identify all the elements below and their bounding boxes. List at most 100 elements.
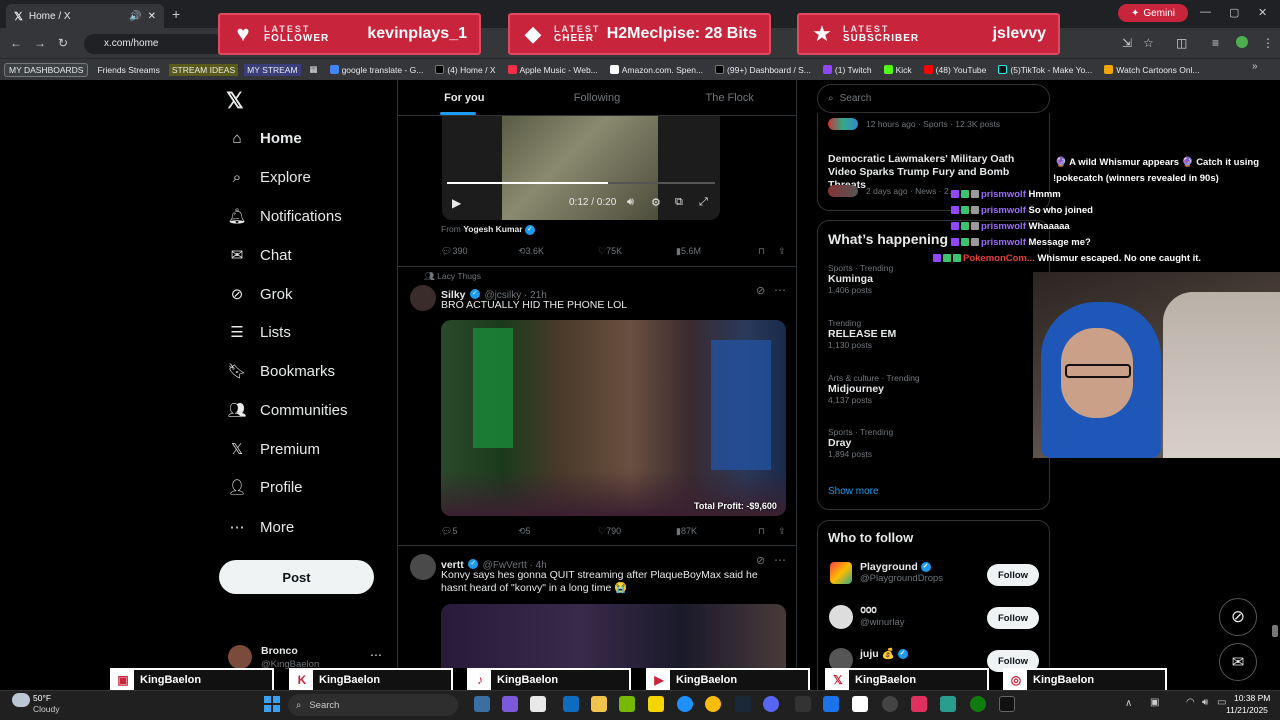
task-view-icon[interactable]	[474, 696, 490, 712]
clock-date[interactable]: 11/21/2025	[1226, 705, 1268, 715]
xbox-icon[interactable]	[970, 696, 986, 712]
bookmark-friends-streams[interactable]: Friends Streams	[94, 64, 162, 76]
post-button[interactable]: Post	[219, 560, 374, 594]
repost-button[interactable]: ⟲ 3.6K	[518, 246, 598, 257]
messages-float-icon[interactable]: ✉	[1219, 643, 1257, 681]
battlenet-icon[interactable]	[823, 696, 839, 712]
views-button[interactable]: ▮ 87K	[676, 526, 758, 537]
taskbar-search[interactable]: ⌕ Search	[288, 694, 458, 716]
settings-icon[interactable]: ⚙	[651, 196, 661, 209]
reply-button[interactable]: 💬︎ 5	[441, 526, 518, 537]
nav-chat[interactable]: ✉ Chat	[224, 238, 394, 272]
weather-temp[interactable]: 50°F	[33, 693, 51, 703]
clock-time[interactable]: 10:38 PM	[1234, 693, 1270, 703]
tray-chevron-icon[interactable]: ∧	[1125, 698, 1132, 709]
bookmark-icon[interactable]: ⊓	[758, 526, 778, 537]
bookmarks-overflow-icon[interactable]: »	[1252, 61, 1258, 72]
suggestion-avatar[interactable]	[830, 562, 852, 584]
nav-grok[interactable]: ⊘ Grok	[224, 277, 394, 311]
grok-explain-icon[interactable]: ⊘	[756, 284, 765, 297]
grok-explain-icon[interactable]: ⊘	[756, 554, 765, 567]
bookmark-amazon[interactable]: Amazon.com. Spen...	[607, 64, 706, 76]
app-icon[interactable]	[999, 696, 1015, 712]
x-logo-icon[interactable]: 𝕏	[226, 88, 244, 114]
apps-grid-icon[interactable]: ▦	[307, 63, 321, 76]
minimize-icon[interactable]: —	[1200, 6, 1211, 18]
grok-float-icon[interactable]: ⊘	[1219, 598, 1257, 636]
new-tab-icon[interactable]: +	[172, 6, 180, 22]
calendar-icon[interactable]	[530, 696, 546, 712]
follow-button[interactable]: Follow	[987, 564, 1039, 586]
bookmark-x-home[interactable]: (4) Home / X	[432, 64, 498, 76]
trend-item[interactable]: Trending RELEASE EM 1,130 posts	[828, 318, 896, 350]
browser-tab[interactable]: 𝕏 Home / X 🔊 ✕	[6, 4, 164, 28]
profile-avatar[interactable]	[1236, 36, 1248, 48]
volume-icon[interactable]: 🔊︎	[1202, 697, 1208, 708]
suggestion-item[interactable]: Playground ✓ @PlaygroundDrops	[860, 561, 943, 584]
bookmark-youtube[interactable]: (48) YouTube	[921, 64, 990, 76]
bookmark-tiktok[interactable]: (5)TikTok - Make Yo...	[995, 64, 1095, 76]
trend-item[interactable]: Sports · Trending Kuminga 1,406 posts	[828, 263, 893, 295]
nvidia-icon[interactable]	[619, 696, 635, 712]
chrome-icon[interactable]	[705, 696, 721, 712]
nav-lists[interactable]: ☰ Lists	[224, 315, 394, 349]
bookmark-icon[interactable]: ⊓	[758, 246, 778, 257]
like-button[interactable]: ♡ 75K	[598, 246, 676, 257]
bookmark-stream-ideas[interactable]: STREAM IDEAS	[168, 63, 239, 76]
tweet-avatar[interactable]	[410, 554, 436, 580]
extensions-icon[interactable]: ◫	[1176, 36, 1187, 50]
copilot-icon[interactable]	[502, 696, 518, 712]
suggestion-avatar[interactable]	[829, 605, 853, 629]
epic-games-icon[interactable]	[795, 696, 811, 712]
reload-icon[interactable]: ↻	[58, 36, 68, 50]
video-progress-track[interactable]	[447, 182, 715, 184]
repost-button[interactable]: ⟲ 5	[518, 526, 598, 537]
scrollbar-thumb[interactable]	[1272, 625, 1278, 637]
pip-icon[interactable]: ⧉	[675, 196, 683, 209]
discord-icon[interactable]	[763, 696, 779, 712]
outlook-icon[interactable]	[563, 696, 579, 712]
volume-icon[interactable]: 🔊︎	[627, 196, 634, 209]
fullscreen-icon[interactable]: ⤢	[699, 196, 708, 209]
like-button[interactable]: ♡ 790	[598, 526, 676, 537]
nav-profile[interactable]: 👤︎ Profile	[224, 470, 394, 504]
edge-icon[interactable]	[677, 696, 693, 712]
nav-more[interactable]: ⋯ More	[224, 510, 394, 544]
url-field[interactable]: x.com/home	[84, 34, 224, 54]
wifi-icon[interactable]: ◠	[1186, 697, 1195, 708]
nav-communities[interactable]: 👥︎ Communities	[224, 393, 394, 427]
follow-button[interactable]: Follow	[987, 607, 1039, 629]
bookmark-dashboard[interactable]: (99+) Dashboard / S...	[712, 64, 814, 76]
from-name[interactable]: Yogesh Kumar	[463, 224, 522, 234]
share-icon[interactable]: ⇪	[778, 246, 786, 257]
tweet-avatar[interactable]	[410, 285, 436, 311]
close-window-icon[interactable]: ✕	[1258, 6, 1267, 19]
tray-app-icon[interactable]: ▣	[1150, 697, 1159, 708]
bookmark-cartoons[interactable]: Watch Cartoons Onl...	[1101, 64, 1202, 76]
account-avatar[interactable]	[228, 645, 252, 669]
suggestion-item[interactable]: ൦൦൦ @winurlay	[860, 604, 905, 628]
account-name[interactable]: Bronco	[261, 645, 298, 657]
views-button[interactable]: ▮ 5.6M	[676, 246, 758, 257]
reply-button[interactable]: 💬︎ 390	[441, 246, 518, 257]
steam-icon[interactable]	[735, 696, 751, 712]
suggestion-item[interactable]: juju 💰 ✓	[860, 647, 908, 660]
bookmark-kick[interactable]: Kick	[881, 64, 915, 76]
back-icon[interactable]: ←	[10, 36, 22, 50]
tab-search-icon[interactable]: ≡	[1212, 36, 1219, 50]
cloud-icon[interactable]	[12, 693, 30, 707]
audio-icon[interactable]: 🔊	[129, 11, 141, 22]
app-icon[interactable]	[852, 696, 868, 712]
file-explorer-icon[interactable]	[591, 696, 607, 712]
tab-following[interactable]: Following	[531, 80, 664, 115]
tweet-more-icon[interactable]: ⋯	[774, 283, 786, 297]
nav-premium[interactable]: 𝕏 Premium	[224, 432, 394, 466]
video-player[interactable]: ▶ 0:12 / 0:20 🔊︎ ⚙ ⧉ ⤢	[442, 116, 720, 220]
bookmark-apple-music[interactable]: Apple Music - Web...	[505, 64, 601, 76]
nav-bookmarks[interactable]: 🔖︎ Bookmarks	[224, 354, 394, 388]
tab-for-you[interactable]: For you	[398, 80, 531, 115]
tweet-more-icon[interactable]: ⋯	[774, 553, 786, 567]
bookmark-star-icon[interactable]: ☆	[1143, 36, 1154, 50]
trend-item[interactable]: Sports · Trending Dray 1,894 posts	[828, 427, 893, 459]
bookmark-twitch[interactable]: (1) Twitch	[820, 64, 875, 76]
